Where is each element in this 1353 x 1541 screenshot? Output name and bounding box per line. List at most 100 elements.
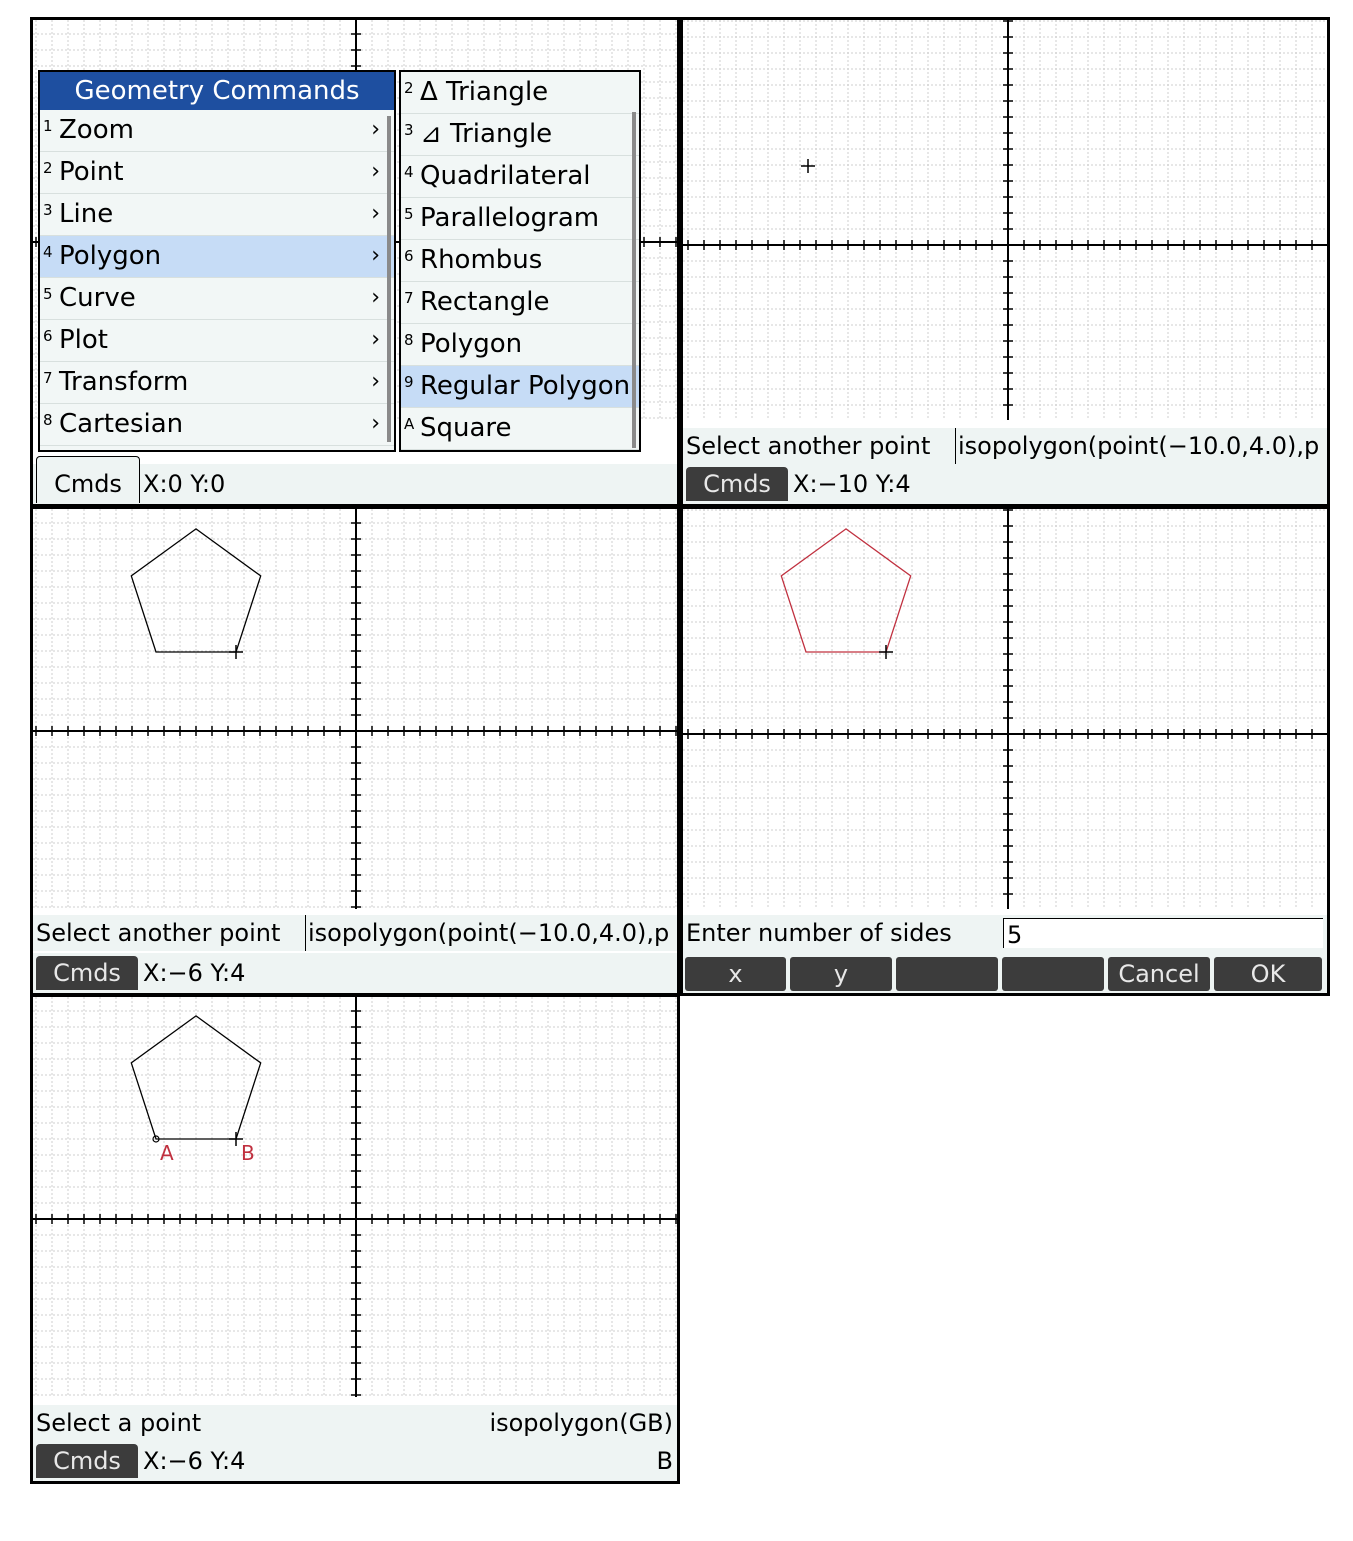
menu-item-point[interactable]: 2 Point ›: [40, 152, 394, 194]
menu-label: Polygon: [420, 329, 523, 359]
chevron-right-icon: ›: [371, 243, 380, 268]
menu-label: Rectangle: [420, 287, 550, 317]
panel-complete: A B Select a point isopolygon(GB) Cmds X:…: [30, 994, 680, 1484]
menu-scrollbar[interactable]: [387, 116, 391, 442]
chevron-right-icon: ›: [371, 411, 380, 436]
chevron-right-icon: ›: [371, 201, 380, 226]
menu-label: Cartesian: [59, 409, 184, 439]
command-entry[interactable]: isopolygon(point(−10.0,4.0),p: [305, 915, 669, 951]
y-key[interactable]: y: [790, 957, 892, 991]
panel-menu: Geometry Commands 1 Zoom › 2 Point › 3 Line › …: [30, 17, 680, 507]
menu-num: 5: [43, 285, 53, 303]
menu-label: Δ Triangle: [420, 77, 549, 107]
chevron-right-icon: ›: [371, 117, 380, 142]
prompt-bar: Select another point isopolygon(point(−1…: [683, 428, 1327, 464]
menu-title: Geometry Commands: [40, 72, 394, 110]
menu-item-zoom[interactable]: 1 Zoom ›: [40, 110, 394, 152]
cmds-button[interactable]: Cmds: [36, 956, 138, 990]
menu-item-curve[interactable]: 5 Curve ›: [40, 278, 394, 320]
soft-key-bar: x y Cancel OK: [683, 953, 1327, 993]
submenu-item-parallelogram[interactable]: 5 Parallelogram: [401, 198, 639, 240]
menu-num: 4: [43, 243, 53, 261]
cmds-button[interactable]: Cmds: [36, 1444, 138, 1478]
menu-num: A: [404, 415, 415, 433]
submenu-item-right-triangle[interactable]: 3 ⊿ Triangle: [401, 114, 639, 156]
menu-num: 6: [43, 327, 53, 345]
menu-num: 3: [404, 121, 414, 139]
grid-lines: [683, 20, 1327, 420]
menu-item-line[interactable]: 3 Line ›: [40, 194, 394, 236]
menu-num: 8: [404, 331, 414, 349]
menu-label: Point: [59, 157, 124, 187]
coords-bar: Cmds X:0 Y:0: [33, 456, 677, 504]
menu-label: Transform: [59, 367, 189, 397]
chevron-right-icon: ›: [371, 159, 380, 184]
chevron-right-icon: ›: [371, 369, 380, 394]
menu-label: Rhombus: [420, 245, 543, 275]
geometry-commands-menu: Geometry Commands 1 Zoom › 2 Point › 3 Line › …: [38, 70, 396, 452]
menu-item-polygon[interactable]: 4 Polygon ›: [40, 236, 394, 278]
menu-num: 8: [43, 411, 53, 429]
cursor-coordinates: X:−6 Y:4: [143, 959, 246, 987]
submenu-item-rectangle[interactable]: 7 Rectangle: [401, 282, 639, 324]
menu-label: ⊿ Triangle: [420, 119, 553, 149]
menu-num: 5: [404, 205, 414, 223]
menu-label: Zoom: [59, 115, 134, 145]
prompt-bar: Select a point isopolygon(GB): [33, 1405, 677, 1441]
menu-item-cartesian[interactable]: 8 Cartesian ›: [40, 404, 394, 446]
prompt-bar: Select another point isopolygon(point(−1…: [33, 915, 677, 951]
submenu-item-regular-polygon[interactable]: 9 Regular Polygon: [401, 366, 639, 408]
blank-key[interactable]: [896, 957, 998, 991]
prompt-text: Enter number of sides: [686, 919, 952, 947]
cmds-button[interactable]: Cmds: [36, 456, 140, 503]
menu-item-transform[interactable]: 7 Transform ›: [40, 362, 394, 404]
menu-num: 7: [404, 289, 414, 307]
menu-item-plot[interactable]: 6 Plot ›: [40, 320, 394, 362]
prompt-text: Select another point: [686, 432, 931, 460]
menu-num: 4: [404, 163, 414, 181]
menu-label: Line: [59, 199, 114, 229]
x-key[interactable]: x: [685, 957, 786, 991]
menu-label: Quadrilateral: [420, 161, 591, 191]
cursor-coordinates: X:0 Y:0: [143, 470, 226, 498]
blank-key[interactable]: [1002, 957, 1104, 991]
coords-bar: Cmds X:−6 Y:4 B: [33, 1441, 677, 1481]
submenu-item-polygon[interactable]: 8 Polygon: [401, 324, 639, 366]
menu-label: Parallelogram: [420, 203, 600, 233]
polygon-submenu: 2 Δ Triangle 3 ⊿ Triangle 4 Quadrilateral 5…: [399, 70, 641, 452]
sides-input[interactable]: 5: [1003, 918, 1323, 949]
panel-select-first: Select another point isopolygon(point(−1…: [680, 17, 1330, 507]
submenu-item-rhombus[interactable]: 6 Rhombus: [401, 240, 639, 282]
command-entry[interactable]: isopolygon(point(−10.0,4.0),p: [955, 428, 1319, 464]
cmds-button[interactable]: Cmds: [686, 467, 788, 501]
chevron-right-icon: ›: [371, 285, 380, 310]
grid-lines: [683, 509, 1327, 909]
prompt-text: Select another point: [36, 919, 281, 947]
menu-label: Curve: [59, 283, 136, 313]
submenu-item-quadrilateral[interactable]: 4 Quadrilateral: [401, 156, 639, 198]
menu-label: Polygon: [59, 241, 162, 271]
menu-num: 2: [43, 159, 53, 177]
submenu-item-square[interactable]: A Square: [401, 408, 639, 450]
cancel-button[interactable]: Cancel: [1108, 957, 1210, 991]
submenu-scrollbar[interactable]: [632, 112, 636, 448]
menu-num: 2: [404, 79, 414, 97]
point-a-label: A: [160, 1141, 174, 1165]
coords-bar: Cmds X:−10 Y:4: [683, 464, 1327, 504]
chevron-right-icon: ›: [371, 327, 380, 352]
cursor-coordinates: X:−10 Y:4: [793, 470, 911, 498]
menu-num: 6: [404, 247, 414, 265]
menu-label: Regular Polygon: [420, 371, 631, 401]
submenu-item-triangle[interactable]: 2 Δ Triangle: [401, 72, 639, 114]
point-b-label: B: [241, 1141, 255, 1165]
menu-num: 3: [43, 201, 53, 219]
coords-bar: Cmds X:−6 Y:4: [33, 953, 677, 993]
command-entry[interactable]: isopolygon(GB): [489, 1405, 673, 1441]
selected-point-label: B: [656, 1447, 673, 1475]
menu-label: Plot: [59, 325, 109, 355]
ok-button[interactable]: OK: [1214, 957, 1322, 991]
menu-label: Square: [420, 413, 512, 443]
panel-number-of-sides: Enter number of sides 5 x y Cancel OK: [680, 506, 1330, 996]
menu-num: 1: [43, 117, 53, 135]
menu-num: 9: [404, 373, 414, 391]
